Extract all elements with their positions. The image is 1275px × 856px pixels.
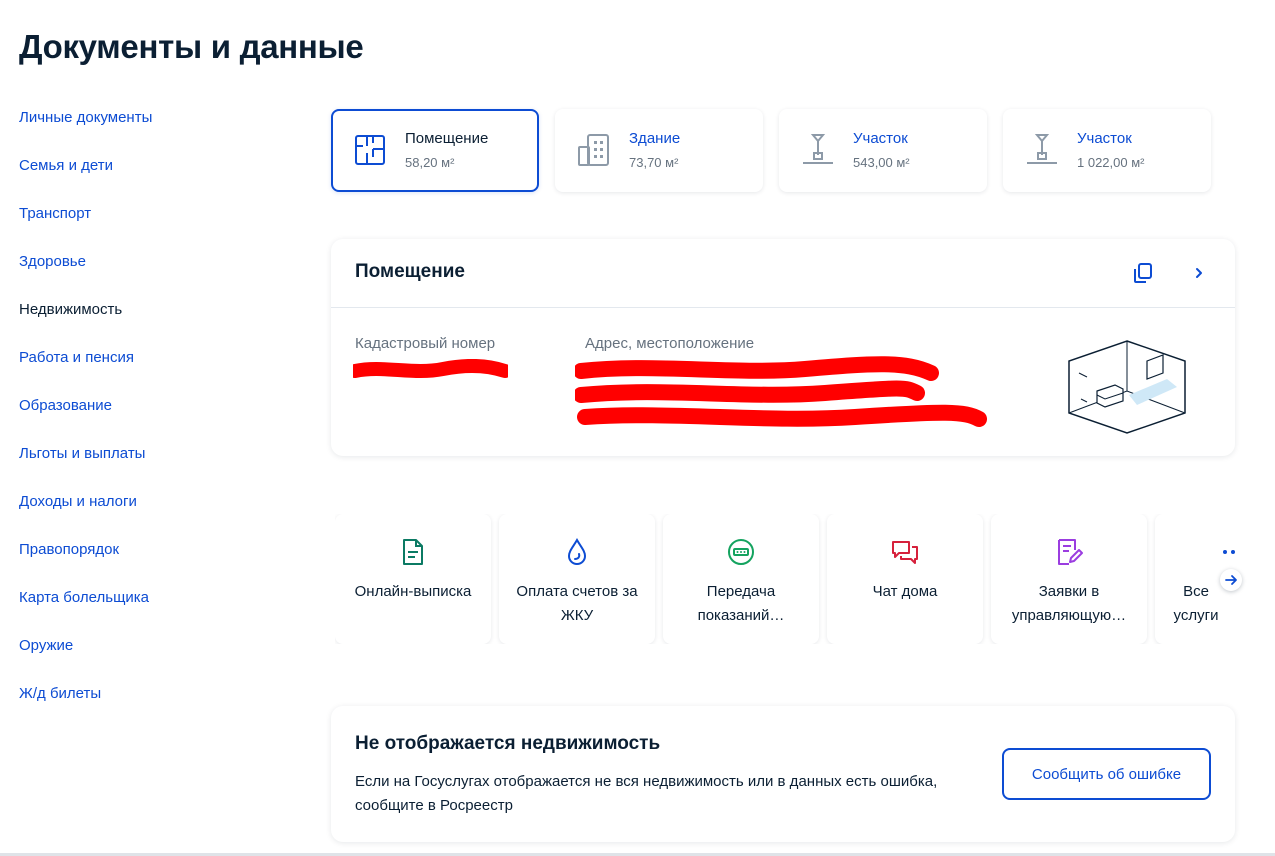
- missing-property-notice: Не отображается недвижимость Если на Гос…: [331, 706, 1235, 842]
- notice-text: Если на Госуслугах отображается не вся н…: [355, 773, 938, 814]
- sidebar-item-work-pension[interactable]: Работа и пенсия: [19, 346, 299, 394]
- tile-name: Помещение: [405, 130, 489, 147]
- property-tile-land-1[interactable]: Участок 543,00 м²: [779, 109, 987, 192]
- sidebar-item-education[interactable]: Образование: [19, 394, 299, 442]
- tile-area: 543,00 м²: [853, 155, 910, 170]
- cadastral-number-label: Кадастровый номер: [355, 335, 496, 352]
- more-dots-icon: [1223, 550, 1235, 554]
- sidebar-item-health[interactable]: Здоровье: [19, 250, 299, 298]
- land-plot-icon: [1027, 134, 1057, 164]
- sidebar-item-real-estate[interactable]: Недвижимость: [19, 298, 299, 346]
- service-label: Передача показаний…: [697, 583, 785, 624]
- tile-name: Участок: [1077, 130, 1132, 147]
- property-detail-card: Помещение Кадастровый номер Адрес, место…: [331, 239, 1235, 456]
- carousel-next-button[interactable]: [1220, 569, 1242, 591]
- service-label: Онлайн-выписка: [354, 583, 472, 600]
- service-label: Оплата счетов за ЖКУ: [516, 583, 638, 624]
- service-management-requests[interactable]: Заявки в управляющую…: [991, 514, 1147, 644]
- sidebar: Личные документы Семья и дети Транспорт …: [19, 106, 299, 730]
- request-edit-icon: [1058, 539, 1083, 565]
- sidebar-item-weapons[interactable]: Оружие: [19, 634, 299, 682]
- service-house-chat[interactable]: Чат дома: [827, 514, 983, 644]
- sidebar-item-personal-documents[interactable]: Личные документы: [19, 106, 299, 154]
- sidebar-item-family[interactable]: Семья и дети: [19, 154, 299, 202]
- tile-name: Участок: [853, 130, 908, 147]
- tile-area: 1 022,00 м²: [1077, 155, 1145, 170]
- sidebar-item-income-taxes[interactable]: Доходы и налоги: [19, 490, 299, 538]
- report-error-button[interactable]: Сообщить об ошибке: [1002, 748, 1211, 800]
- sidebar-item-law[interactable]: Правопорядок: [19, 538, 299, 586]
- service-meter-readings[interactable]: Передача показаний…: [663, 514, 819, 644]
- sidebar-item-benefits[interactable]: Льготы и выплаты: [19, 442, 299, 490]
- tile-name: Здание: [629, 130, 681, 147]
- service-label: Все услуги: [1173, 583, 1219, 624]
- tile-area: 73,70 м²: [629, 155, 679, 170]
- land-plot-icon: [803, 134, 833, 164]
- sidebar-item-transport[interactable]: Транспорт: [19, 202, 299, 250]
- service-utility-payment[interactable]: Оплата счетов за ЖКУ: [499, 514, 655, 644]
- meter-icon: [728, 539, 754, 565]
- service-label: Чат дома: [872, 583, 938, 600]
- tile-area: 58,20 м²: [405, 155, 455, 170]
- page-title: Документы и данные: [19, 28, 364, 65]
- services-carousel: Онлайн-выписка Оплата счетов за ЖКУ Пере…: [335, 514, 1235, 644]
- service-online-extract[interactable]: Онлайн-выписка: [335, 514, 491, 644]
- sidebar-item-rail-tickets[interactable]: Ж/д билеты: [19, 682, 299, 730]
- sidebar-item-fan-card[interactable]: Карта болельщика: [19, 586, 299, 634]
- document-icon: [403, 539, 423, 565]
- property-tile-building[interactable]: Здание 73,70 м²: [555, 109, 763, 192]
- room-plan-icon: [355, 135, 385, 165]
- address-redaction: [575, 356, 987, 427]
- service-label: Заявки в управляющую…: [1011, 583, 1127, 624]
- water-drop-icon: [567, 537, 587, 565]
- copy-icon[interactable]: [1131, 261, 1155, 285]
- property-tile-land-2[interactable]: Участок 1 022,00 м²: [1003, 109, 1211, 192]
- card-divider: [331, 307, 1235, 308]
- arrow-right-icon: [1225, 575, 1237, 585]
- address-label: Адрес, местоположение: [585, 335, 755, 352]
- notice-title: Не отображается недвижимость: [355, 733, 661, 754]
- property-tile-room[interactable]: Помещение 58,20 м²: [331, 109, 539, 192]
- building-icon: [578, 134, 609, 166]
- chat-icon: [892, 541, 918, 564]
- cadastral-number-redaction: [353, 359, 508, 378]
- room-illustration: [1068, 340, 1186, 434]
- chevron-right-icon[interactable]: [1187, 261, 1211, 285]
- card-title: Помещение: [355, 261, 465, 282]
